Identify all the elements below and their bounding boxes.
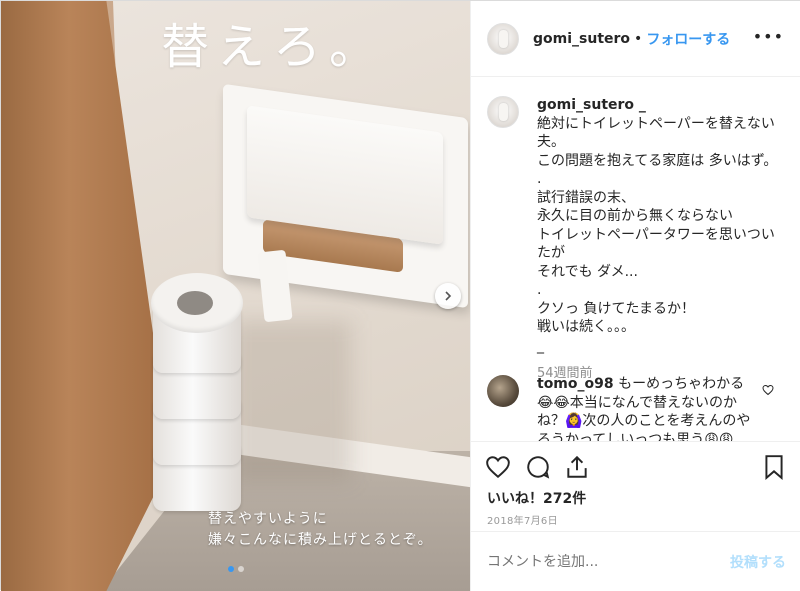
comment-icon[interactable]	[525, 454, 551, 480]
bookmark-icon[interactable]	[761, 454, 787, 480]
comment-avatar[interactable]	[487, 375, 519, 407]
post-card: 替えろ。 替えやすいように 嫌々こんなに積み上げとるとぞ。 gomi_suter…	[0, 0, 800, 591]
stacked-roll-core	[177, 291, 213, 315]
slide-dot	[238, 566, 244, 572]
photo-overlay-caption: 替えやすいように 嫌々こんなに積み上げとるとぞ。	[208, 511, 433, 548]
post-side-panel: gomi_sutero • フォローする ••• gomi_sutero _ 絶…	[470, 1, 800, 591]
caption-text: 絶対にトイレットペーパーを替えない夫。 この問題を抱えてる家庭は 多いはず。 .…	[537, 115, 778, 354]
caption-username[interactable]: gomi_sutero _	[537, 96, 787, 115]
post-date: 2018年7月6日	[487, 516, 558, 527]
avatar[interactable]	[487, 22, 519, 55]
comment-row: tomo_o98 もーめっちゃわかる😂😂本当になんで替えないのかね？🙆‍♀️次の…	[487, 375, 757, 441]
post-header: gomi_sutero • フォローする •••	[471, 1, 800, 77]
caption-avatar[interactable]	[487, 96, 519, 128]
add-comment-bar: 投稿する	[471, 531, 800, 591]
post-photo[interactable]: 替えろ。 替えやすいように 嫌々こんなに積み上げとるとぞ。	[1, 1, 470, 591]
header-separator: •	[634, 30, 643, 47]
likes-count[interactable]: いいね！272件	[487, 488, 586, 508]
caption-body: gomi_sutero _ 絶対にトイレットペーパーを替えない夫。 この問題を抱…	[537, 96, 787, 384]
photo-shadow	[231, 321, 351, 481]
comment-body: tomo_o98 もーめっちゃわかる😂😂本当になんで替えないのかね？🙆‍♀️次の…	[537, 375, 757, 441]
comment-input[interactable]	[487, 553, 730, 570]
share-icon[interactable]	[564, 454, 590, 480]
slide-dot-active	[228, 566, 234, 572]
photo-overlay-title: 替えろ。	[161, 19, 386, 75]
caption-row: gomi_sutero _ 絶対にトイレットペーパーを替えない夫。 この問題を抱…	[487, 96, 787, 384]
comment-username[interactable]: tomo_o98	[537, 376, 614, 392]
next-slide-button[interactable]	[435, 283, 461, 309]
more-options-icon[interactable]: •••	[753, 29, 784, 45]
header-username[interactable]: gomi_sutero	[533, 31, 630, 47]
slide-indicator	[228, 566, 244, 572]
comment-like-icon[interactable]	[762, 384, 774, 396]
heart-icon[interactable]	[485, 454, 511, 480]
post-comment-button[interactable]: 投稿する	[730, 552, 786, 572]
chevron-right-icon	[445, 291, 452, 301]
comments-list[interactable]: gomi_sutero _ 絶対にトイレットペーパーを替えない夫。 この問題を抱…	[471, 78, 800, 441]
follow-button[interactable]: フォローする	[646, 29, 730, 49]
